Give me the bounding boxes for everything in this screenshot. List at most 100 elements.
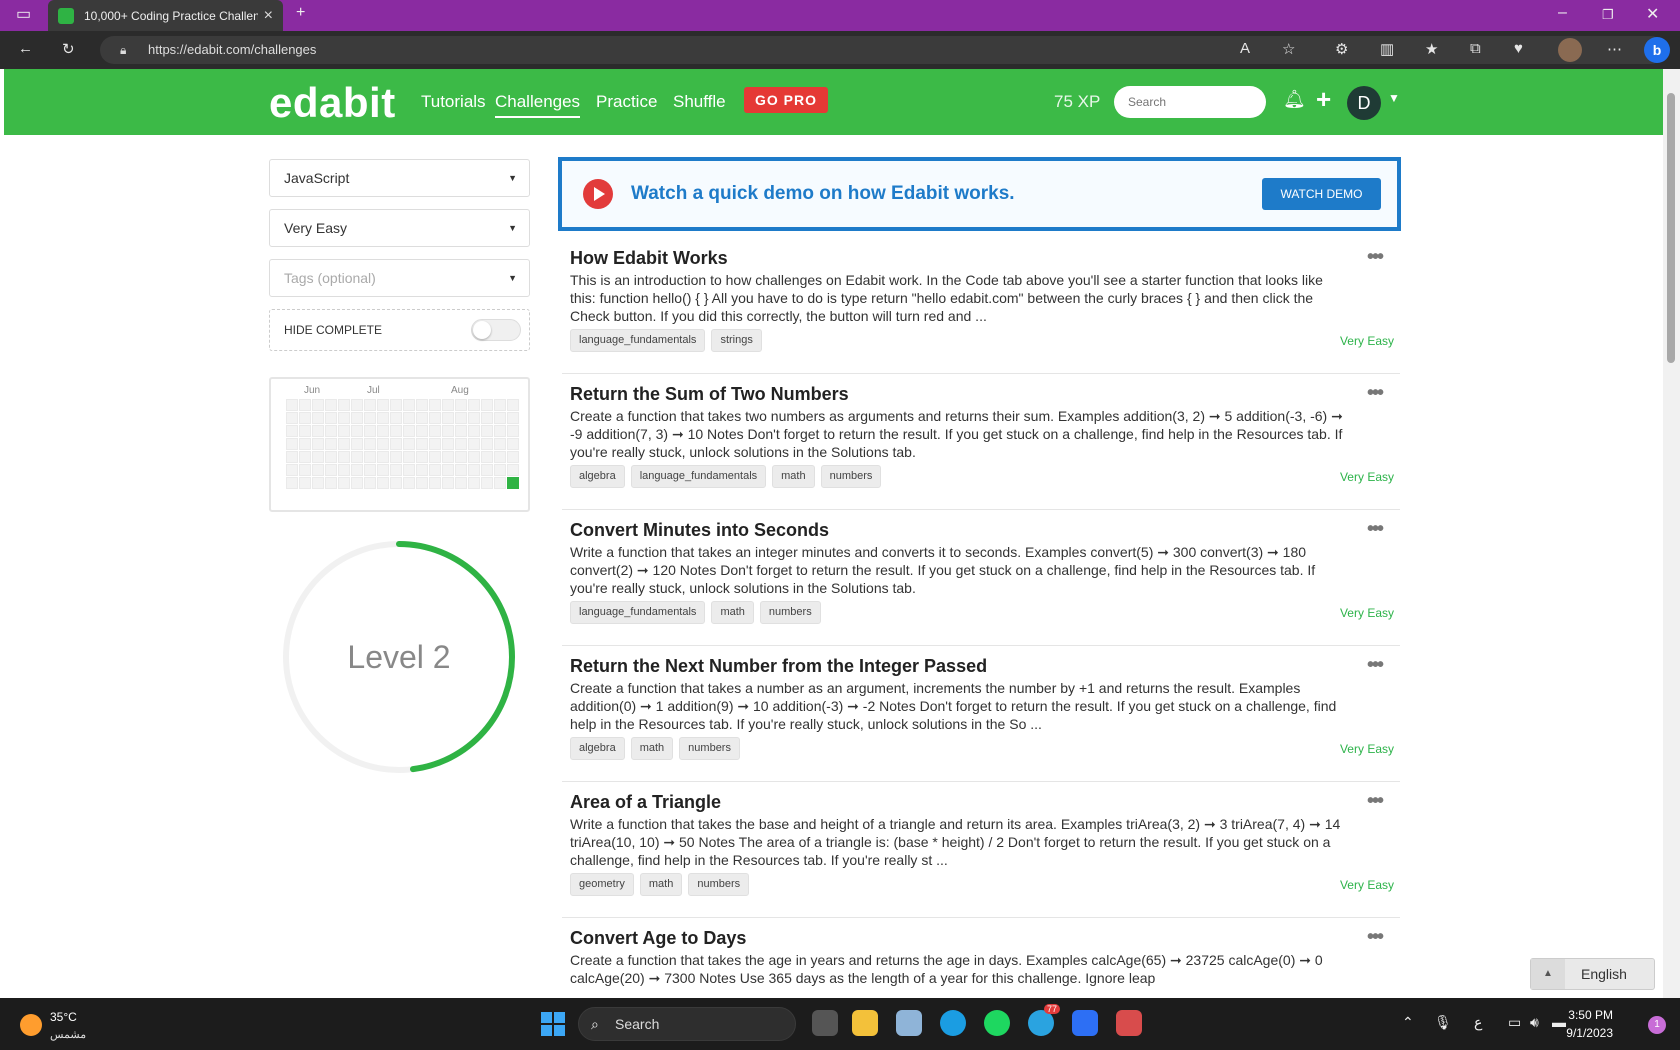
nav-practice[interactable]: Practice xyxy=(596,92,657,112)
more-options-icon[interactable]: ••• xyxy=(1367,518,1384,541)
language-label: English xyxy=(1581,966,1627,982)
language-button[interactable]: ▲ English xyxy=(1530,958,1655,990)
tab-actions-icon[interactable]: ▭ xyxy=(16,4,31,24)
challenge-card[interactable]: Return the Next Number from the Integer … xyxy=(562,646,1400,782)
challenge-title[interactable]: How Edabit Works xyxy=(570,248,728,269)
close-window-icon[interactable]: ✕ xyxy=(1646,4,1659,24)
challenge-card[interactable]: Area of a Triangle ••• Write a function th… xyxy=(562,782,1400,918)
tags-select[interactable]: Tags (optional) ▼ xyxy=(269,259,530,297)
challenge-title[interactable]: Area of a Triangle xyxy=(570,792,721,813)
tag-chip[interactable]: math xyxy=(630,737,674,760)
challenge-card[interactable]: Convert Minutes into Seconds ••• Write a f… xyxy=(562,510,1400,646)
tag-chip[interactable]: language_fundamentals xyxy=(630,465,767,488)
clock-time[interactable]: 3:50 PM xyxy=(1568,1008,1613,1022)
watch-demo-button[interactable]: WATCH DEMO xyxy=(1262,178,1381,210)
notification-badge[interactable]: 1 xyxy=(1648,1016,1666,1034)
tag-chip[interactable]: language_fundamentals xyxy=(570,601,706,624)
refresh-icon[interactable]: ↻ xyxy=(62,40,75,58)
site-search-input[interactable] xyxy=(1114,86,1266,118)
challenge-title[interactable]: Convert Minutes into Seconds xyxy=(570,520,829,541)
microphone-icon[interactable]: 🎙︎ xyxy=(1434,1014,1452,1031)
tag-chip[interactable]: strings xyxy=(711,329,762,352)
activity-cell xyxy=(286,451,298,463)
language-select[interactable]: JavaScript ▼ xyxy=(269,159,530,197)
more-options-icon[interactable]: ••• xyxy=(1367,926,1384,949)
difficulty-select[interactable]: Very Easy ▼ xyxy=(269,209,530,247)
windows-start-icon[interactable] xyxy=(541,1012,565,1036)
network-icon[interactable]: ▭ xyxy=(1508,1014,1521,1031)
browser-tab[interactable]: 10,000+ Coding Practice Challen × xyxy=(48,0,283,31)
edabit-logo[interactable]: edabit xyxy=(269,79,396,127)
tag-chip[interactable]: numbers xyxy=(759,601,821,624)
play-icon[interactable] xyxy=(583,179,613,209)
minimize-icon[interactable]: – xyxy=(1558,4,1567,22)
edge-icon[interactable] xyxy=(940,1010,966,1036)
extensions-icon[interactable]: ⚙ xyxy=(1335,40,1348,58)
activity-cell xyxy=(468,399,480,411)
keyboard-language-icon[interactable]: ع xyxy=(1474,1014,1482,1031)
clock-date[interactable]: 9/1/2023 xyxy=(1566,1026,1613,1040)
challenge-title[interactable]: Convert Age to Days xyxy=(570,928,746,949)
tag-chip[interactable]: numbers xyxy=(820,465,882,488)
taskbar-search[interactable]: ⌕ Search xyxy=(578,1007,796,1041)
activity-cell xyxy=(364,477,376,489)
tag-chip[interactable]: math xyxy=(711,601,754,624)
challenge-card[interactable]: Convert Age to Days ••• Create a function … xyxy=(562,918,1400,998)
tag-chip[interactable]: algebra xyxy=(570,465,625,488)
zoom-icon[interactable] xyxy=(1072,1010,1098,1036)
tag-chip[interactable]: language_fundamentals xyxy=(570,329,706,352)
chevron-down-icon[interactable]: ▼ xyxy=(1388,91,1400,105)
tag-chip[interactable]: geometry xyxy=(570,873,634,896)
bing-copilot-icon[interactable]: b xyxy=(1644,37,1670,63)
close-tab-icon[interactable]: × xyxy=(264,7,273,25)
photos-icon[interactable] xyxy=(896,1010,922,1036)
snipping-tool-icon[interactable] xyxy=(1116,1010,1142,1036)
tray-chevron-icon[interactable]: ⌃ xyxy=(1402,1014,1414,1031)
more-options-icon[interactable]: ••• xyxy=(1367,382,1384,405)
more-options-icon[interactable]: ••• xyxy=(1367,654,1384,677)
favorites-icon[interactable]: ★ xyxy=(1425,40,1438,58)
go-pro-button[interactable]: GO PRO xyxy=(744,87,828,113)
challenge-title[interactable]: Return the Sum of Two Numbers xyxy=(570,384,849,405)
create-plus-icon[interactable]: + xyxy=(1316,84,1331,115)
bell-icon[interactable]: 🔔︎ xyxy=(1283,89,1306,110)
activity-cell xyxy=(507,438,519,450)
read-aloud-icon[interactable]: A xyxy=(1240,40,1250,57)
more-options-icon[interactable]: ⋯ xyxy=(1607,40,1622,58)
nav-challenges[interactable]: Challenges xyxy=(495,92,581,118)
nav-shuffle[interactable]: Shuffle xyxy=(673,92,726,112)
split-screen-icon[interactable]: ▥ xyxy=(1380,40,1394,58)
folder-icon[interactable] xyxy=(852,1010,878,1036)
tag-chip[interactable]: algebra xyxy=(570,737,625,760)
back-icon[interactable]: ← xyxy=(18,40,33,57)
new-tab-icon[interactable]: + xyxy=(296,4,305,22)
tag-chip[interactable]: numbers xyxy=(679,737,740,760)
collections-icon[interactable]: ⧉ xyxy=(1470,40,1481,57)
file-manager-icon[interactable] xyxy=(812,1010,838,1036)
favorite-star-icon[interactable]: ☆ xyxy=(1282,40,1295,58)
chevron-up-icon[interactable]: ▲ xyxy=(1531,959,1565,989)
page-scrollbar[interactable] xyxy=(1663,69,1680,998)
activity-cell xyxy=(312,425,324,437)
hide-complete-toggle[interactable] xyxy=(471,319,521,341)
challenge-title[interactable]: Return the Next Number from the Integer … xyxy=(570,656,987,677)
sun-icon[interactable] xyxy=(20,1014,42,1036)
tag-chip[interactable]: numbers xyxy=(688,873,750,896)
profile-icon[interactable] xyxy=(1558,38,1582,62)
activity-cell xyxy=(494,412,506,424)
challenge-card[interactable]: How Edabit Works ••• This is an introducti… xyxy=(562,238,1400,374)
more-options-icon[interactable]: ••• xyxy=(1367,790,1384,813)
scrollbar-thumb[interactable] xyxy=(1667,93,1675,363)
restore-icon[interactable]: ❐ xyxy=(1602,7,1614,23)
more-options-icon[interactable]: ••• xyxy=(1367,246,1384,269)
tag-chip[interactable]: math xyxy=(772,465,815,488)
activity-cell xyxy=(312,451,324,463)
tag-chip[interactable]: math xyxy=(639,873,683,896)
challenge-card[interactable]: Return the Sum of Two Numbers ••• Create a… xyxy=(562,374,1400,510)
health-icon[interactable]: ♥ xyxy=(1514,40,1523,57)
volume-icon[interactable]: 🔊︎ xyxy=(1530,1014,1539,1031)
avatar[interactable]: D xyxy=(1347,86,1381,120)
battery-icon[interactable]: ▬ xyxy=(1552,1014,1566,1030)
spotify-icon[interactable] xyxy=(984,1010,1010,1036)
nav-tutorials[interactable]: Tutorials xyxy=(421,92,486,112)
